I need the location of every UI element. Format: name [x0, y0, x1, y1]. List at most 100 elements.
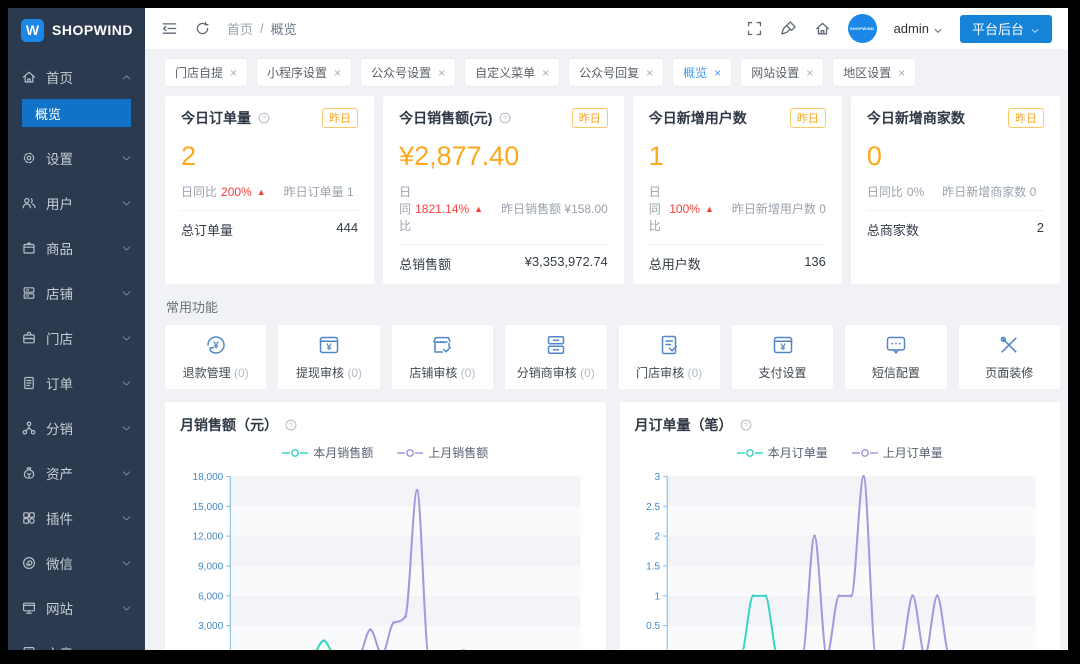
sidebar-item-goods[interactable]: 商品: [8, 225, 145, 270]
home-shortcut-icon[interactable]: [814, 20, 831, 37]
sidebar-item-distribution[interactable]: 分销: [8, 405, 145, 450]
sidebar-item-article[interactable]: 文章: [8, 630, 145, 650]
shop-audit-icon: [430, 333, 454, 357]
refresh-icon[interactable]: [194, 20, 211, 37]
stat-card-today-new-merchants: 今日新增商家数 昨日 0 日同比 0% 昨日新增商家数 0 总商家数 2: [850, 96, 1060, 284]
close-icon[interactable]: ×: [646, 67, 653, 79]
brush-icon[interactable]: [780, 20, 797, 37]
chevron-down-icon: [121, 647, 132, 650]
legend-item[interactable]: 本月销售额: [282, 444, 373, 461]
distribution-icon: [21, 420, 37, 436]
tab-label: 概览: [683, 66, 708, 80]
sidebar-item-settings[interactable]: 设置: [8, 135, 145, 180]
stat-card-today-new-users: 今日新增用户数 昨日 1 日同比 100% ▲ 昨日新增用户数 0 总用户数 136: [632, 96, 842, 284]
sidebar-item-order[interactable]: 订单: [8, 360, 145, 405]
breadcrumb: 首页 / 概览: [227, 19, 297, 38]
quick-action-count: (0): [460, 366, 476, 380]
legend-item[interactable]: 上月销售额: [397, 444, 488, 461]
svg-text:?: ?: [262, 115, 266, 122]
tab-miniprogram-settings[interactable]: 小程序设置 ×: [257, 59, 352, 86]
tab-store-pickup[interactable]: 门店自提 ×: [165, 59, 248, 86]
fullscreen-icon[interactable]: [746, 20, 763, 37]
stat-card-header: 今日新增用户数 昨日: [649, 108, 826, 128]
svg-text:¥: ¥: [326, 342, 332, 353]
quick-action-count: (0): [347, 366, 363, 380]
article-icon: [21, 645, 37, 650]
legend-item[interactable]: 本月订单量: [736, 444, 828, 461]
quick-action-store-audit[interactable]: 门店审核 (0): [618, 325, 720, 389]
close-icon[interactable]: ×: [806, 67, 813, 79]
yesterday-badge[interactable]: 昨日: [571, 108, 608, 128]
tab-label: 门店自提: [175, 66, 224, 80]
close-icon[interactable]: ×: [542, 67, 549, 79]
stat-card-today-orders: 今日订单量? 昨日 2 日同比 200% ▲ 昨日订单量 1 总订单量 444: [165, 96, 375, 284]
avatar[interactable]: SHOPWIND: [847, 14, 877, 43]
platform-backend-button[interactable]: 平台后台: [959, 14, 1052, 43]
sidebar-item-shop[interactable]: 店铺: [8, 270, 145, 315]
yesterday-badge[interactable]: 昨日: [322, 108, 359, 128]
charts-row: 月销售额（元）?本月销售额上月销售额03,0006,0009,00012,000…: [165, 402, 1060, 650]
compare-value: 0%: [906, 184, 925, 199]
legend-item[interactable]: 上月订单量: [851, 444, 943, 461]
sidebar-item-label: 门店: [46, 331, 73, 347]
quick-action-sms-config[interactable]: 短信配置: [845, 325, 947, 389]
sms-icon: [884, 333, 908, 357]
sidebar-item-users[interactable]: 用户: [8, 180, 145, 225]
yesterday-badge[interactable]: 昨日: [789, 108, 826, 128]
breadcrumb-item[interactable]: 首页: [227, 19, 253, 38]
tab-mp-settings[interactable]: 公众号设置 ×: [361, 59, 456, 86]
svg-text:3,000: 3,000: [198, 621, 224, 632]
logo: W SHOPWIND: [8, 8, 145, 52]
stat-card-today-sales: 今日销售额(元)? 昨日 ¥2,877.40 日同比 1821.14% ▲ 昨日销售额 ¥1…: [383, 96, 624, 284]
close-icon[interactable]: ×: [230, 67, 237, 79]
sidebar-item-store[interactable]: 门店: [8, 315, 145, 360]
legend-marker: [397, 448, 424, 457]
order-icon: [21, 375, 37, 391]
legend-label: 本月销售额: [313, 446, 374, 460]
quick-action-page-decorate[interactable]: 页面装修: [958, 325, 1060, 389]
quick-action-refund[interactable]: ¥ 退款管理 (0): [165, 325, 267, 389]
sidebar-item-asset[interactable]: 资产: [8, 450, 145, 495]
sidebar-item-website[interactable]: 网站: [8, 585, 145, 630]
user-menu[interactable]: admin: [894, 21, 943, 36]
chevron-down-icon: [121, 422, 132, 433]
menu-fold-icon[interactable]: [161, 20, 178, 37]
sidebar-subitem-overview[interactable]: 概览: [22, 99, 131, 127]
quick-action-withdraw-audit[interactable]: ¥ 提现审核 (0): [278, 325, 380, 389]
sidebar-item-wechat[interactable]: 微信: [8, 540, 145, 585]
tab-custom-menu[interactable]: 自定义菜单 ×: [465, 59, 560, 86]
chart-title-row: 月订单量（笔）?: [635, 415, 1046, 435]
close-icon[interactable]: ×: [438, 67, 445, 79]
sidebar-item-home[interactable]: 首页: [8, 54, 145, 99]
quick-action-label: 退款管理 (0): [182, 366, 249, 380]
tab-mp-reply[interactable]: 公众号回复 ×: [569, 59, 664, 86]
total-value: 2: [1036, 220, 1044, 235]
tab-site-settings[interactable]: 网站设置 ×: [741, 59, 824, 86]
home-icon: [21, 69, 37, 85]
tab-region-settings[interactable]: 地区设置 ×: [833, 59, 916, 86]
logo-text: SHOPWIND: [52, 22, 133, 38]
chart-title: 月订单量（笔）: [634, 417, 733, 433]
close-icon[interactable]: ×: [898, 67, 905, 79]
quick-action-payment-settings[interactable]: ¥ 支付设置: [731, 325, 834, 389]
sidebar-item-plugin[interactable]: 插件: [8, 495, 145, 540]
svg-text:2: 2: [654, 532, 660, 543]
open-tabs-bar: 门店自提 × 小程序设置 × 公众号设置 × 自定义菜单 × 公众号回复 × 概览 × 网站设置 × 地区设…: [165, 49, 1060, 96]
svg-text:18,000: 18,000: [193, 472, 224, 483]
stat-card-title: 今日销售额(元): [399, 110, 493, 126]
quick-action-shop-audit[interactable]: 店铺审核 (0): [391, 325, 494, 389]
chevron-down-icon: [121, 557, 132, 568]
tab-overview[interactable]: 概览 ×: [673, 59, 732, 86]
quick-action-distributor-audit[interactable]: 分销商审核 (0): [505, 325, 607, 389]
chevron-down-icon: [121, 152, 132, 163]
close-icon[interactable]: ×: [714, 67, 721, 79]
yesterday-badge[interactable]: 昨日: [1007, 108, 1044, 128]
stat-cards-row: 今日订单量? 昨日 2 日同比 200% ▲ 昨日订单量 1 总订单量 444 今日销售额(元)?…: [165, 96, 1060, 284]
breadcrumb-item[interactable]: 概览: [271, 19, 297, 38]
yesterday-value: 昨日新增商家数 0: [942, 185, 1037, 199]
compare-label: 日同比: [866, 185, 903, 199]
stat-card-title: 今日新增用户数: [648, 110, 747, 126]
stat-compare-row: 日同比 1821.14% ▲ 昨日销售额 ¥158.00: [399, 183, 608, 244]
chevron-down-icon: [933, 24, 943, 34]
close-icon[interactable]: ×: [334, 67, 341, 79]
